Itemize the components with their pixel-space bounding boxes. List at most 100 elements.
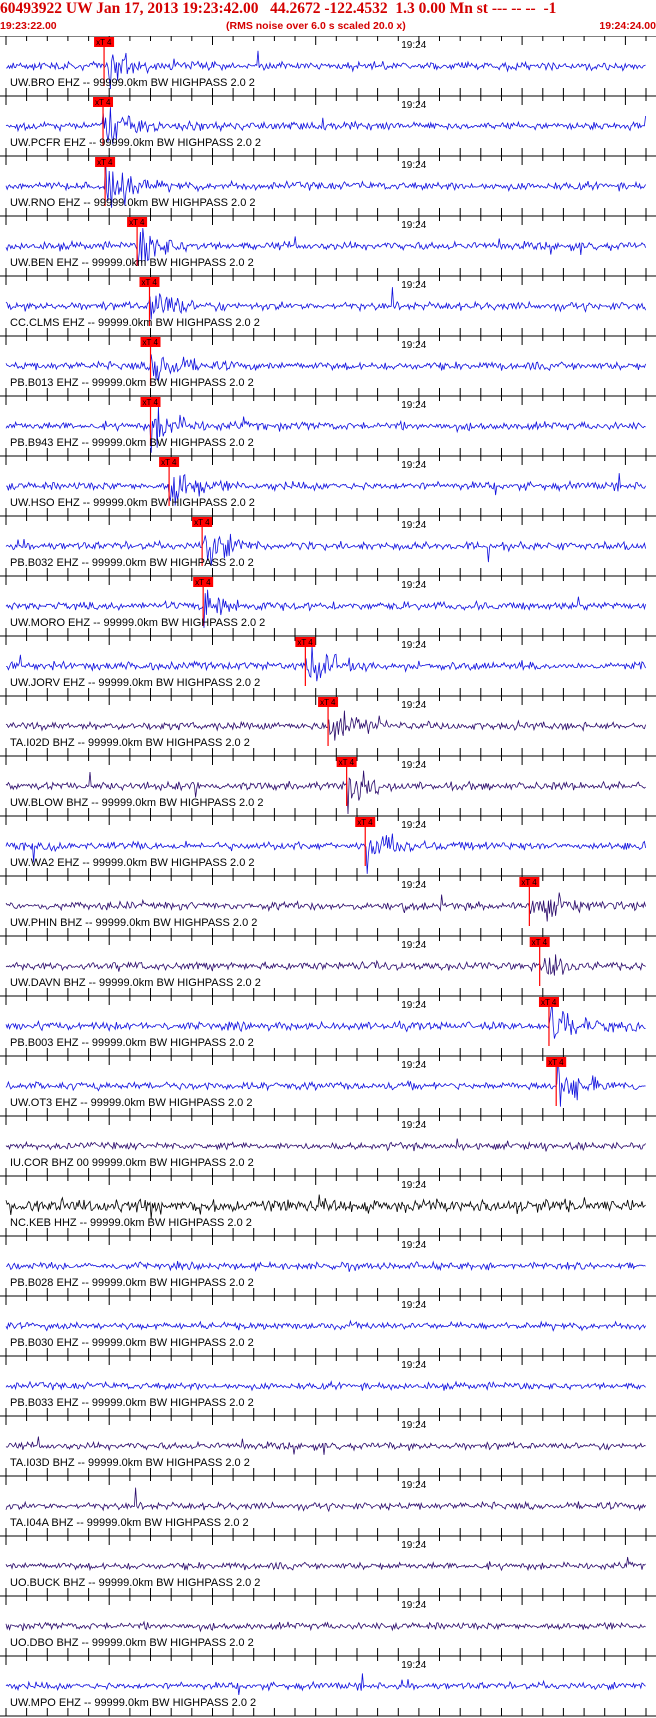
trace-row: 19:24 PB.B030 EHZ -- 99999.0km BW HIGHPAS… — [0, 1295, 656, 1356]
pick-label: xT 4 — [521, 878, 537, 887]
center-time-label: 19:24 — [401, 1540, 426, 1551]
trace-row: 19:24 xT 4 PB.B943 EHZ -- 99999.0km BW HIG… — [0, 395, 656, 456]
center-time-label: 19:24 — [401, 580, 426, 591]
center-time-label: 19:24 — [401, 160, 426, 171]
waveform — [5, 1556, 646, 1572]
waveform — [5, 1436, 646, 1455]
center-time-label: 19:24 — [401, 1660, 426, 1671]
waveform — [5, 1260, 646, 1272]
station-label: PB.B013 EHZ -- 99999.0km BW HIGHPASS 2.0… — [10, 377, 254, 389]
waveform — [5, 1620, 646, 1633]
waveform — [5, 1487, 646, 1513]
pick-label: xT 4 — [357, 818, 373, 827]
station-label: TA.I04A BHZ -- 99999.0km BW HIGHPASS 2.0… — [10, 1517, 249, 1529]
station-label: TA.I02D BHZ -- 99999.0km BW HIGHPASS 2.0… — [10, 737, 250, 749]
station-label: PB.B033 EHZ -- 99999.0km BW HIGHPASS 2.0… — [10, 1397, 254, 1409]
pick-label: xT 4 — [143, 338, 159, 347]
trace-row: 19:24 IU.COR BHZ 00 99999.0km BW HIGHPASS… — [0, 1115, 656, 1176]
pick-label: xT 4 — [532, 938, 548, 947]
station-label: UO.BUCK BHZ -- 99999.0km BW HIGHPASS 2.0… — [10, 1577, 260, 1589]
trace-row: 19:24 xT 4 PB.B032 EHZ -- 99999.0km BW HIG… — [0, 515, 656, 576]
pick-label: xT 4 — [195, 578, 211, 587]
center-time-label: 19:24 — [401, 220, 426, 231]
pick-label: xT 4 — [297, 638, 313, 647]
center-time-label: 19:24 — [401, 340, 426, 351]
trace-row: 19:24 UO.BUCK BHZ -- 99999.0km BW HIGHPAS… — [0, 1535, 656, 1596]
station-label: CC.CLMS EHZ -- 99999.0km BW HIGHPASS 2.0… — [10, 317, 260, 329]
trace-row: 19:24 xT 4 PB.B013 EHZ -- 99999.0km BW HIG… — [0, 335, 656, 396]
pick-label: xT 4 — [541, 998, 557, 1007]
waveform — [6, 645, 646, 682]
station-label: UW.DAVN BHZ -- 99999.0km BW HIGHPASS 2.0… — [10, 977, 261, 989]
pick-label: xT 4 — [95, 98, 111, 107]
trace-row: 19:24 PB.B028 EHZ -- 99999.0km BW HIGHPAS… — [0, 1235, 656, 1296]
station-label: PB.B943 EHZ -- 99999.0km BW HIGHPASS 2.0… — [10, 437, 254, 449]
center-time-label: 19:24 — [401, 40, 426, 51]
record-header: 60493922 UW Jan 17, 2013 19:23:42.00 44.… — [0, 0, 656, 36]
center-time-label: 19:24 — [401, 100, 426, 111]
trace-row: 19:24 xT 4 UW.PCFR EHZ -- 99999.0km BW HIG… — [0, 95, 656, 156]
trace-row: 19:24 TA.I03D BHZ -- 99999.0km BW HIGHPAS… — [0, 1415, 656, 1476]
center-time-label: 19:24 — [401, 700, 426, 711]
station-label: UW.HSO EHZ -- 99999.0km BW HIGHPASS 2.0 … — [10, 497, 255, 509]
center-time-label: 19:24 — [401, 1600, 426, 1611]
station-label: PB.B030 EHZ -- 99999.0km BW HIGHPASS 2.0… — [10, 1337, 254, 1349]
pick-label: xT 4 — [143, 398, 159, 407]
center-time-label: 19:24 — [401, 820, 426, 831]
center-time-label: 19:24 — [401, 1180, 426, 1191]
event-title: 60493922 UW Jan 17, 2013 19:23:42.00 44.… — [0, 0, 557, 17]
station-label: PB.B032 EHZ -- 99999.0km BW HIGHPASS 2.0… — [10, 557, 254, 569]
waveform — [5, 1380, 646, 1392]
center-time-label: 19:24 — [401, 1360, 426, 1371]
center-time-label: 19:24 — [401, 880, 426, 891]
station-label: UW.WA2 EHZ -- 99999.0km BW HIGHPASS 2.0 … — [10, 857, 255, 869]
trace-row: 19:24 UW.MPO EHZ -- 99999.0km BW HIGHPASS… — [0, 1655, 656, 1716]
waveform — [5, 1673, 646, 1695]
center-time-label: 19:24 — [401, 1420, 426, 1431]
center-time-label: 19:24 — [401, 1120, 426, 1131]
center-time-label: 19:24 — [401, 940, 426, 951]
station-label: UO.DBO BHZ -- 99999.0km BW HIGHPASS 2.0 … — [10, 1637, 254, 1649]
waveform — [5, 287, 646, 320]
station-label: UW.MPO EHZ -- 99999.0km BW HIGHPASS 2.0 … — [10, 1697, 256, 1709]
center-time-label: 19:24 — [401, 280, 426, 291]
station-label: UW.BRO EHZ -- 99999.0km BW HIGHPASS 2.0 … — [10, 77, 255, 89]
center-time-label: 19:24 — [401, 460, 426, 471]
station-label: UW.RNO EHZ -- 99999.0km BW HIGHPASS 2.0 … — [10, 197, 256, 209]
station-label: NC.KEB HHZ -- 99999.0km BW HIGHPASS 2.0 … — [10, 1217, 252, 1229]
center-time-label: 19:24 — [401, 1240, 426, 1251]
center-time-label: 19:24 — [401, 520, 426, 531]
station-label: UW.PHIN BHZ -- 99999.0km BW HIGHPASS 2.0… — [10, 917, 257, 929]
pick-label: xT 4 — [161, 458, 177, 467]
waveform — [5, 1319, 646, 1332]
trace-row: 19:24 UO.DBO BHZ -- 99999.0km BW HIGHPASS… — [0, 1595, 656, 1656]
station-label: TA.I03D BHZ -- 99999.0km BW HIGHPASS 2.0… — [10, 1457, 250, 1469]
noise-scaling-note: (RMS noise over 6.0 s scaled 20.0 x) — [226, 20, 406, 32]
trace-row: 19:24 xT 4 UW.HSO EHZ -- 99999.0km BW HIGH… — [0, 455, 656, 516]
waveform — [5, 954, 646, 976]
trace-row: 19:24 xT 4 UW.BLOW BHZ -- 99999.0km BW HIG… — [0, 755, 656, 816]
trace-row: 19:24 TA.I04A BHZ -- 99999.0km BW HIGHPAS… — [0, 1475, 656, 1536]
pick-label: xT 4 — [129, 218, 145, 227]
station-label: UW.PCFR EHZ -- 99999.0km BW HIGHPASS 2.0… — [10, 137, 261, 149]
pick-label: xT 4 — [548, 1058, 564, 1067]
station-label: UW.OT3 EHZ -- 99999.0km BW HIGHPASS 2.0 … — [10, 1097, 252, 1109]
center-time-label: 19:24 — [401, 1000, 426, 1011]
pick-label: xT 4 — [194, 518, 210, 527]
trace-row: 19:24 xT 4 UW.WA2 EHZ -- 99999.0km BW HIGH… — [0, 815, 656, 876]
center-time-label: 19:24 — [401, 1480, 426, 1491]
trace-row: 19:24 xT 4 UW.DAVN BHZ -- 99999.0km BW HIG… — [0, 935, 656, 996]
station-label: UW.BLOW BHZ -- 99999.0km BW HIGHPASS 2.0… — [10, 797, 263, 809]
trace-row: 19:24 xT 4 CC.CLMS EHZ -- 99999.0km BW HIG… — [0, 275, 656, 336]
trace-row: 19:24 xT 4 TA.I02D BHZ -- 99999.0km BW HIG… — [0, 695, 656, 756]
center-time-label: 19:24 — [401, 1300, 426, 1311]
center-time-label: 19:24 — [401, 1060, 426, 1071]
station-label: UW.JORV EHZ -- 99999.0km BW HIGHPASS 2.0… — [10, 677, 260, 689]
pick-label: xT 4 — [141, 278, 157, 287]
pick-label: xT 4 — [320, 698, 336, 707]
trace-row: 19:24 xT 4 UW.BEN EHZ -- 99999.0km BW HIGH… — [0, 215, 656, 276]
trace-row: 19:24 PB.B033 EHZ -- 99999.0km BW HIGHPAS… — [0, 1355, 656, 1416]
trace-row: 19:24 xT 4 UW.RNO EHZ -- 99999.0km BW HIGH… — [0, 155, 656, 216]
end-time: 19:24:24.00 — [599, 20, 656, 32]
trace-row: 19:24 xT 4 UW.JORV EHZ -- 99999.0km BW HIG… — [0, 635, 656, 696]
